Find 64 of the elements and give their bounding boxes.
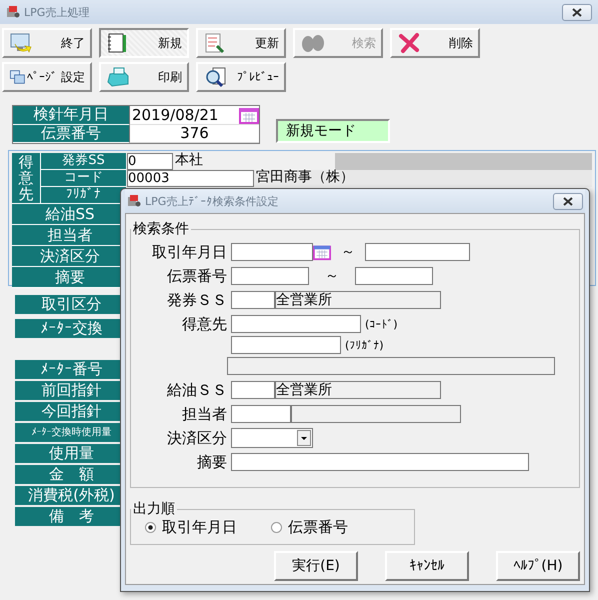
group-label: 得意先 [12, 153, 41, 204]
code-field[interactable] [231, 315, 361, 333]
toolbar-button[interactable]: 印刷 [99, 62, 189, 92]
close-button[interactable] [562, 4, 592, 20]
field-label: 伝票番号 [13, 125, 129, 143]
kana-field[interactable] [231, 336, 341, 354]
toolbar-button[interactable]: 更新 [196, 28, 286, 58]
code-field[interactable] [231, 291, 275, 309]
window-title: LPG売上処理 [24, 4, 90, 20]
toolbar-button[interactable]: 削除 [390, 28, 480, 58]
name-field: 全営業所 [275, 381, 441, 399]
dialog-button[interactable]: ｷｬﾝｾﾙ [385, 551, 469, 581]
dropdown[interactable] [231, 428, 313, 448]
dialog-title: LPG売上ﾃﾞｰﾀ検索条件設定 [145, 194, 280, 208]
field-label: 得意先 [181, 314, 227, 334]
field-label: 検針年月日 [13, 106, 129, 125]
group-title: 出力順 [132, 500, 176, 518]
field-label: 担当者 [181, 404, 227, 424]
name-field: 宮田商事（株） [254, 170, 592, 187]
field-label: ﾌﾘｶﾞﾅ [41, 187, 126, 204]
field-label: 摘要 [196, 452, 227, 472]
name-field: 全営業所 [275, 291, 441, 309]
date-field[interactable] [365, 243, 470, 261]
close-icon [563, 196, 573, 206]
dialog-button[interactable]: ﾍﾙﾌﾟ(H) [496, 551, 580, 581]
field-label: コード [41, 170, 126, 187]
calendar-icon[interactable] [313, 243, 331, 261]
radio-option[interactable]: 伝票番号 [271, 518, 348, 537]
binoculars-icon [300, 32, 326, 54]
calendar-icon [239, 106, 259, 124]
number-field[interactable] [231, 267, 309, 285]
close-icon [572, 8, 582, 16]
field-label: 給油ＳＳ [166, 380, 227, 400]
dialog-button[interactable]: 実行(E) [274, 551, 358, 581]
number-field[interactable]: 376 [129, 125, 259, 143]
field-label: 決済区分 [166, 428, 227, 448]
text-field[interactable] [231, 453, 529, 471]
toolbar-button[interactable]: ﾌﾟﾚﾋﾞｭｰ [196, 62, 286, 92]
radio-button[interactable] [145, 522, 156, 533]
group-title: 検索条件 [132, 220, 190, 238]
close-button[interactable] [553, 192, 583, 210]
date-field[interactable] [231, 243, 313, 261]
field-label: 伝票番号 [166, 266, 227, 286]
field-label: 発券SS [41, 153, 126, 170]
date-field[interactable]: 2019/08/21 [129, 106, 259, 125]
number-field[interactable] [355, 267, 433, 285]
range-separator: ～ [325, 267, 339, 285]
field-hint: (ｺｰﾄﾞ) [365, 318, 398, 330]
code-field[interactable]: 0 [127, 153, 173, 170]
radio-option[interactable]: 取引年月日 [145, 518, 237, 537]
code-field[interactable] [231, 405, 291, 423]
range-separator: ～ [341, 243, 355, 261]
code-field[interactable]: 00003 [127, 170, 254, 187]
toolbar-button[interactable]: ﾍﾟｰｼﾞ 設定 [2, 62, 92, 92]
toolbar-button[interactable]: 終了 [2, 28, 92, 58]
toolbar-button[interactable]: 新規 [99, 28, 189, 58]
code-field[interactable] [231, 381, 275, 399]
app-icon [127, 194, 141, 208]
app-icon [6, 5, 20, 19]
field-hint: (ﾌﾘｶﾞﾅ) [345, 338, 384, 352]
field-label: 発券ＳＳ [166, 290, 227, 310]
mode-badge: 新規モード [276, 118, 390, 142]
radio-button[interactable] [271, 522, 282, 533]
field-label: 取引年月日 [151, 242, 227, 262]
